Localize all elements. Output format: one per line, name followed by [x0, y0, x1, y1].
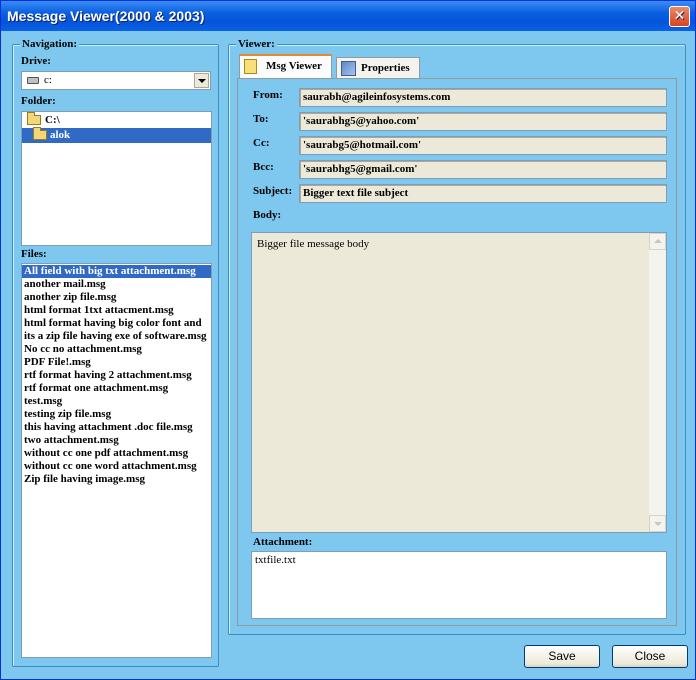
- tab-msg-viewer[interactable]: Msg Viewer: [239, 54, 332, 78]
- file-item[interactable]: this having attachment .doc file.msg: [22, 421, 211, 434]
- chevron-down-icon[interactable]: [194, 73, 209, 88]
- title-bar[interactable]: Message Viewer(2000 & 2003) ✕: [1, 1, 695, 31]
- folder-open-icon: [33, 127, 47, 140]
- from-field[interactable]: saurabh@agileinfosystems.com: [299, 88, 667, 107]
- drive-label: Drive:: [21, 55, 51, 67]
- properties-icon: [341, 61, 356, 76]
- folder-alok-label: alok: [50, 129, 71, 141]
- file-item[interactable]: its a zip file having exe of software.ms…: [22, 330, 211, 343]
- folder-root-label: C:\: [45, 114, 60, 126]
- navigation-group: Navigation: Drive: c: Folder: C:\ alok F…: [12, 38, 219, 667]
- attachment-label: Attachment:: [253, 536, 313, 548]
- body-label: Body:: [253, 209, 282, 221]
- drive-icon: [27, 77, 39, 84]
- file-item[interactable]: another mail.msg: [22, 278, 211, 291]
- file-item[interactable]: Zip file having image.msg: [22, 473, 211, 486]
- bcc-label: Bcc:: [253, 161, 274, 173]
- close-button[interactable]: Close: [612, 645, 688, 668]
- file-item[interactable]: No cc no attachment.msg: [22, 343, 211, 356]
- drive-combobox[interactable]: c:: [21, 71, 211, 90]
- files-label: Files:: [21, 248, 47, 260]
- window-close-button[interactable]: ✕: [669, 6, 690, 27]
- window-title: Message Viewer(2000 & 2003): [7, 8, 205, 24]
- body-textarea[interactable]: Bigger file message body: [251, 232, 667, 533]
- attachment-list[interactable]: txtfile.txt: [251, 551, 667, 619]
- bcc-field[interactable]: 'saurabhg5@gmail.com': [299, 160, 667, 179]
- folder-item-alok[interactable]: alok: [22, 127, 211, 143]
- from-label: From:: [253, 89, 283, 101]
- viewer-group: Viewer: Msg Viewer Properties From: saur…: [228, 38, 686, 635]
- scroll-up-icon[interactable]: [649, 233, 666, 250]
- file-item[interactable]: another zip file.msg: [22, 291, 211, 304]
- files-list[interactable]: All field with big txt attachment.msg an…: [21, 263, 212, 658]
- file-item[interactable]: rtf format having 2 attachment.msg: [22, 369, 211, 382]
- file-item[interactable]: All field with big txt attachment.msg: [22, 265, 211, 278]
- subject-label: Subject:: [253, 185, 293, 197]
- message-viewer-window: Message Viewer(2000 & 2003) ✕ Navigation…: [0, 0, 696, 680]
- file-item[interactable]: without cc one pdf attachment.msg: [22, 447, 211, 460]
- viewer-caption: Viewer:: [236, 38, 277, 50]
- scroll-down-icon[interactable]: [649, 515, 666, 532]
- tab-properties[interactable]: Properties: [336, 57, 420, 79]
- body-scrollbar[interactable]: [649, 233, 666, 532]
- body-text: Bigger file message body: [257, 238, 370, 250]
- to-label: To:: [253, 113, 269, 125]
- navigation-caption: Navigation:: [20, 38, 79, 50]
- file-item[interactable]: PDF File!.msg: [22, 356, 211, 369]
- file-item[interactable]: two attachment.msg: [22, 434, 211, 447]
- folder-item-root[interactable]: C:\: [22, 112, 211, 128]
- file-item[interactable]: testing zip file.msg: [22, 408, 211, 421]
- cc-label: Cc:: [253, 137, 270, 149]
- msg-viewer-panel: From: saurabh@agileinfosystems.com To: '…: [237, 78, 677, 626]
- file-item[interactable]: html format having big color font and: [22, 317, 211, 330]
- drive-value: c:: [44, 74, 52, 86]
- folder-label: Folder:: [21, 95, 56, 107]
- save-button[interactable]: Save: [524, 645, 600, 668]
- cc-field[interactable]: 'saurabg5@hotmail.com': [299, 136, 667, 155]
- document-icon: [244, 59, 257, 74]
- file-item[interactable]: without cc one word attachment.msg: [22, 460, 211, 473]
- file-item[interactable]: rtf format one attachment.msg: [22, 382, 211, 395]
- tab-properties-label: Properties: [361, 62, 410, 74]
- file-item[interactable]: html format 1txt attacment.msg: [22, 304, 211, 317]
- to-field[interactable]: 'saurabhg5@yahoo.com': [299, 112, 667, 131]
- file-item[interactable]: test.msg: [22, 395, 211, 408]
- subject-field[interactable]: Bigger text file subject: [299, 184, 667, 203]
- folder-tree[interactable]: C:\ alok: [21, 111, 212, 246]
- folder-open-icon: [27, 112, 41, 125]
- attachment-item[interactable]: txtfile.txt: [252, 554, 666, 567]
- tab-msg-viewer-label: Msg Viewer: [266, 60, 322, 72]
